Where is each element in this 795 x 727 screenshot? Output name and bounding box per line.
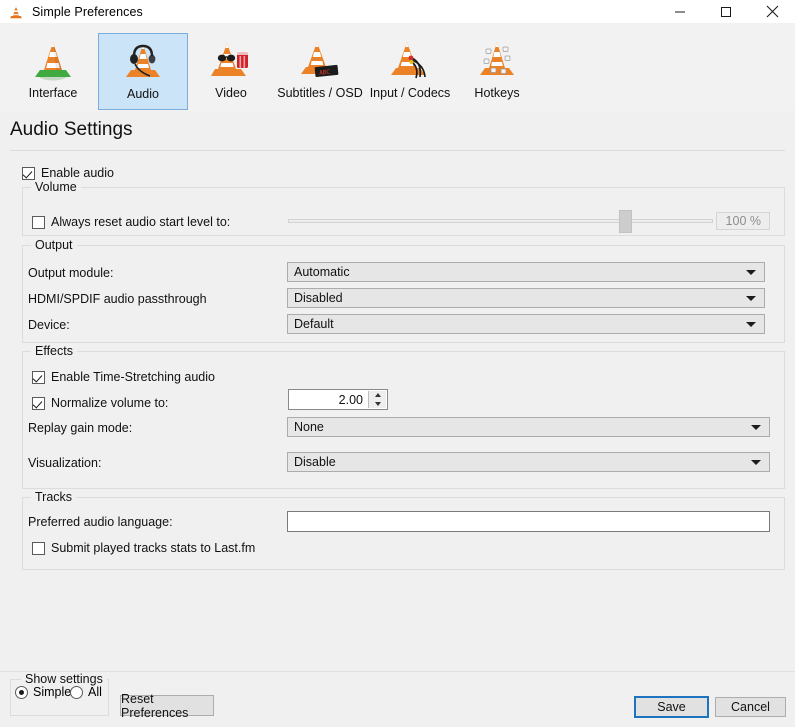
minimize-button[interactable] [657,0,703,23]
show-settings-simple-radio[interactable]: Simple [15,685,71,699]
volume-slider[interactable] [288,210,713,233]
checkbox-box [22,166,35,180]
replay-gain-label: Replay gain mode: [28,421,133,435]
vlc-cone-icon [29,37,77,83]
volume-group-label: Volume [31,180,81,194]
normalize-volume-checkbox[interactable]: Normalize volume to: [32,396,168,410]
checkbox-box [32,541,45,555]
toolbar-item-audio[interactable]: Audio [98,33,188,110]
output-group-label: Output [31,238,77,252]
show-settings-all-label: All [88,685,102,699]
visualization-value: Disable [294,455,336,469]
output-module-label: Output module: [28,266,114,280]
window-controls [657,0,795,23]
preferred-audio-language-input[interactable] [287,511,770,532]
normalize-volume-spinbox[interactable]: 2.00 [288,389,388,410]
toolbar-item-hotkeys[interactable]: Hotkeys [458,33,536,110]
replay-gain-value: None [294,420,324,434]
toolbar-item-label: Audio [127,87,159,101]
chevron-down-icon [746,270,756,275]
toolbar-item-label: Interface [28,86,78,100]
toolbar-item-label: Hotkeys [474,86,520,100]
normalize-volume-label: Normalize volume to: [51,396,169,410]
dialog-footer: Show settings Simple All Reset Preferenc… [0,671,795,727]
page-title: Audio Settings [10,119,133,140]
toolbar-item-label: Video [215,86,247,100]
slider-groove [288,218,713,223]
toolbar-item-input-codecs[interactable]: Input / Codecs [368,33,452,110]
hdmi-spdif-passthrough-value: Disabled [294,291,343,305]
toolbar-item-label: Input / Codecs [369,86,451,100]
radio-button [15,685,28,699]
always-reset-volume-label: Always reset audio start level to: [51,215,231,229]
close-button[interactable] [749,0,795,23]
vlc-cone-headphones-icon [119,38,167,84]
chevron-down-icon [746,296,756,301]
reset-preferences-button[interactable]: Reset Preferences [120,692,214,720]
chevron-down-icon [751,460,761,465]
tracks-group-label: Tracks [31,490,77,504]
visualization-label: Visualization: [28,456,102,470]
svg-text:ABC: ABC [319,69,331,77]
output-module-combobox[interactable]: Automatic [287,262,765,282]
device-value: Default [294,317,334,331]
maximize-button[interactable] [703,0,749,23]
spinner-up-icon[interactable] [369,391,386,400]
hdmi-spdif-passthrough-label: HDMI/SPDIF audio passthrough [28,292,207,306]
replay-gain-combobox[interactable]: None [287,417,770,437]
vlc-cone-cables-icon [386,37,434,83]
spinner-down-icon[interactable] [369,400,386,409]
visualization-combobox[interactable]: Disable [287,452,770,472]
always-reset-volume-checkbox[interactable]: Always reset audio start level to: [32,215,230,229]
checkbox-box [32,215,45,229]
tracks-group: Tracks [22,490,785,570]
lastfm-submit-label: Submit played tracks stats to Last.fm [51,541,256,555]
normalize-volume-value: 2.00 [338,392,363,407]
vlc-cone-icon [8,4,24,20]
show-settings-all-radio[interactable]: All [70,685,102,699]
toolbar-item-interface[interactable]: Interface [15,33,91,110]
settings-content: Audio Settings Enable audio Volume Alway… [0,111,795,671]
preferences-toolbar: Interface Audio Video ABC Subtitles / OS… [0,23,795,112]
enable-audio-label: Enable audio [41,166,114,180]
show-settings-simple-label: Simple [33,685,72,699]
spinbox-buttons[interactable] [368,391,386,408]
time-stretching-label: Enable Time-Stretching audio [51,370,215,384]
volume-percent-value: 100 % [716,212,770,230]
checkbox-box [32,396,45,410]
device-label: Device: [28,318,70,332]
enable-audio-checkbox[interactable]: Enable audio [22,166,114,180]
hdmi-spdif-passthrough-combobox[interactable]: Disabled [287,288,765,308]
window-title: Simple Preferences [32,4,143,19]
save-button[interactable]: Save [634,696,709,718]
window-titlebar: Simple Preferences [0,0,795,23]
toolbar-item-subtitles-osd[interactable]: ABC Subtitles / OSD [272,33,368,110]
slider-handle[interactable] [619,210,632,233]
output-module-value: Automatic [294,265,350,279]
time-stretching-checkbox[interactable]: Enable Time-Stretching audio [32,370,215,384]
radio-button [70,685,83,699]
vlc-cone-glasses-icon [207,37,255,83]
toolbar-item-video[interactable]: Video [198,33,264,110]
cancel-button[interactable]: Cancel [715,697,786,717]
chevron-down-icon [746,322,756,327]
device-combobox[interactable]: Default [287,314,765,334]
preferred-audio-language-label: Preferred audio language: [28,515,173,529]
toolbar-item-label: Subtitles / OSD [277,86,363,100]
title-divider [10,150,785,151]
vlc-cone-keys-icon [473,37,521,83]
show-settings-label: Show settings [21,672,107,686]
vlc-cone-marquee-icon: ABC [296,37,344,83]
effects-group-label: Effects [31,344,77,358]
chevron-down-icon [751,425,761,430]
lastfm-submit-checkbox[interactable]: Submit played tracks stats to Last.fm [32,541,255,555]
checkbox-box [32,370,45,384]
